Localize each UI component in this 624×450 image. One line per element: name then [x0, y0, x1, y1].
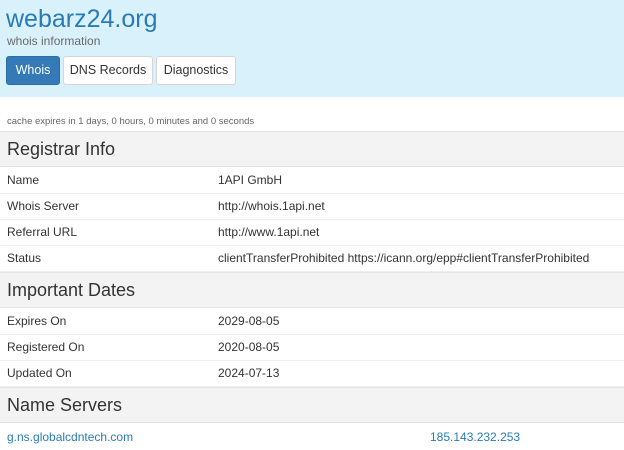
tab-whois[interactable]: Whois	[6, 56, 60, 85]
registrar-row-status: Status clientTransferProhibited https://…	[0, 245, 624, 272]
dates-row-updated: Updated On 2024-07-13	[0, 360, 624, 387]
important-dates-title: Important Dates	[7, 280, 136, 300]
site-subtitle: whois information	[7, 34, 101, 48]
row-label: Referral URL	[7, 225, 78, 239]
row-label: Whois Server	[7, 199, 80, 213]
registrar-info-header: Registrar Info	[0, 131, 624, 167]
site-header: webarz24.org whois information Whois DNS…	[0, 0, 624, 97]
name-servers-header: Name Servers	[0, 387, 624, 423]
dates-row-expires: Expires On 2029-08-05	[0, 308, 624, 335]
tab-diagnostics[interactable]: Diagnostics	[156, 56, 236, 85]
row-value: http://whois.1api.net	[218, 199, 325, 213]
row-label: Name	[7, 173, 40, 187]
registrar-row-whois-server: Whois Server http://whois.1api.net	[0, 193, 624, 220]
cache-expiry-note: cache expires in 1 days, 0 hours, 0 minu…	[7, 116, 255, 127]
row-value: 2020-08-05	[218, 340, 280, 354]
important-dates-header: Important Dates	[0, 272, 624, 308]
nameserver-row: g.ns.globalcdntech.com 185.143.232.253	[0, 424, 624, 450]
row-label: Status	[7, 251, 42, 265]
row-value: 1API GmbH	[218, 173, 283, 187]
row-value: http://www.1api.net	[218, 225, 320, 239]
site-title[interactable]: webarz24.org	[6, 3, 157, 35]
row-label: Expires On	[7, 314, 67, 328]
registrar-info-title: Registrar Info	[7, 139, 116, 159]
tab-dns-records[interactable]: DNS Records	[63, 56, 153, 85]
name-servers-title: Name Servers	[7, 395, 123, 415]
row-label: Updated On	[7, 366, 72, 380]
row-label: Registered On	[7, 340, 85, 354]
nameserver-ip-link[interactable]: 185.143.232.253	[430, 430, 520, 444]
row-value: clientTransferProhibited https://icann.o…	[218, 251, 590, 265]
registrar-row-referral-url: Referral URL http://www.1api.net	[0, 219, 624, 246]
dates-row-registered: Registered On 2020-08-05	[0, 334, 624, 361]
registrar-row-name: Name 1API GmbH	[0, 167, 624, 194]
nameserver-link[interactable]: g.ns.globalcdntech.com	[7, 430, 133, 444]
row-value: 2024-07-13	[218, 366, 280, 380]
row-value: 2029-08-05	[218, 314, 280, 328]
